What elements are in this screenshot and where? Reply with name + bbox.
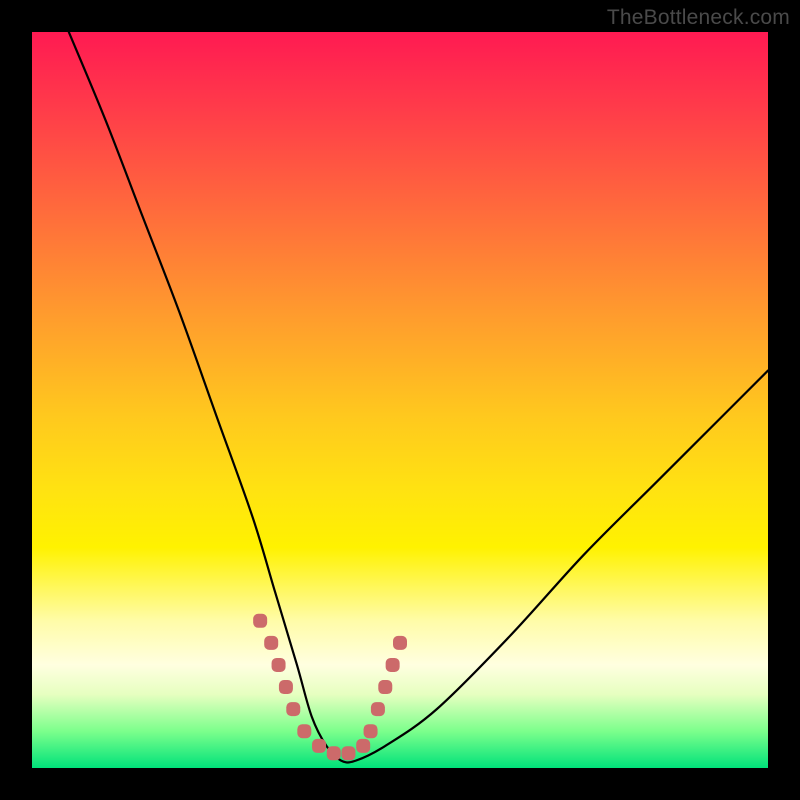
bottom-marker xyxy=(341,746,355,760)
bottom-marker xyxy=(327,746,341,760)
bottom-marker xyxy=(272,658,286,672)
bottom-marker xyxy=(364,724,378,738)
bottom-marker xyxy=(253,614,267,628)
bottom-marker xyxy=(393,636,407,650)
bottom-marker xyxy=(264,636,278,650)
bottom-marker xyxy=(312,739,326,753)
bottom-marker xyxy=(297,724,311,738)
bottom-marker xyxy=(286,702,300,716)
bottleneck-curve xyxy=(69,32,768,762)
curve-layer xyxy=(32,32,768,768)
bottom-marker xyxy=(386,658,400,672)
bottom-marker xyxy=(279,680,293,694)
bottom-marker-group xyxy=(253,614,407,760)
watermark-text: TheBottleneck.com xyxy=(607,6,790,30)
bottom-marker xyxy=(371,702,385,716)
chart-frame: TheBottleneck.com xyxy=(0,0,800,800)
gradient-plot-area xyxy=(32,32,768,768)
bottom-marker xyxy=(378,680,392,694)
bottom-marker xyxy=(356,739,370,753)
